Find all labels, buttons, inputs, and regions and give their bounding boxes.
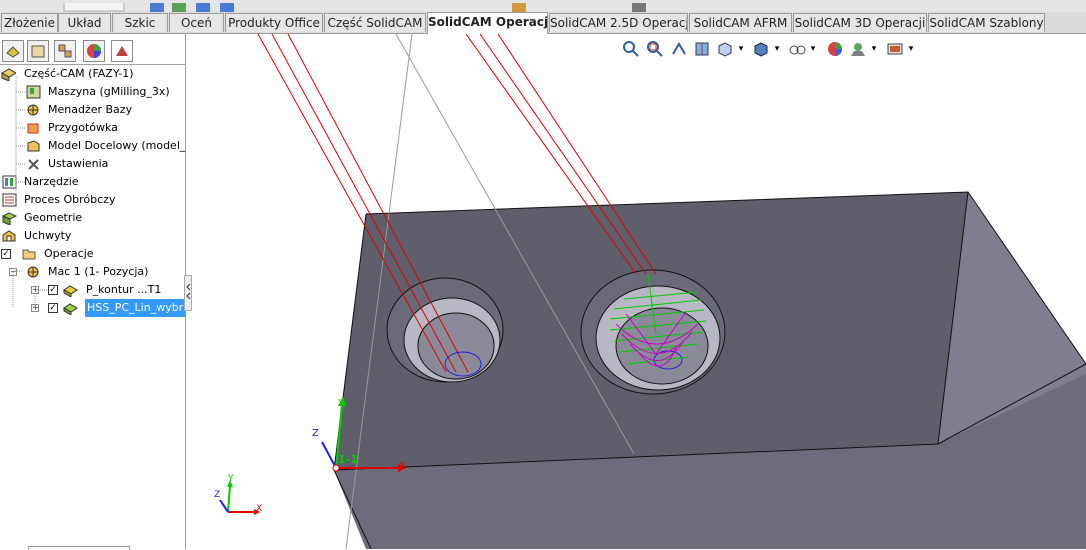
edit-appearance-icon[interactable] [826,40,844,58]
view-triad-y-label: Y [228,474,234,484]
tree-label-selected: HSS_PC_Lin_wybrar [85,299,185,317]
chevron-down-icon[interactable]: ▾ [736,40,746,58]
zoom-to-fit-icon[interactable] [622,40,640,58]
display-style-icon[interactable] [752,40,770,58]
hide-show-icon[interactable] [788,40,806,58]
tab-solidcam-3d-operacji[interactable]: SolidCAM 3D Operacji [793,13,927,32]
configuration-icon [58,44,72,58]
origin-y-label: Y [338,398,345,409]
graphics-viewport[interactable]: 1-1 Z Y X Y Z X ▾ ▾ ▾ ▾ ▾ [186,34,1086,549]
tab-solidcam-szablony[interactable]: SolidCAM Szablony [928,13,1045,32]
tab-solidcam-2-5d-operacji[interactable]: SolidCAM 2.5D Operacji [549,13,688,32]
appearance-tab[interactable] [83,40,105,62]
solidcam-manager-tab[interactable] [111,40,133,62]
tab-solidcam-operacje[interactable]: SolidCAM Operacje [427,12,548,34]
tree-label: Menadżer Bazy [48,103,133,116]
zoom-area-icon[interactable] [646,40,664,58]
feature-manager-tab[interactable] [2,40,24,62]
manager-tabs [0,34,185,65]
origin-z-label: Z [312,428,319,439]
tree-label: Model Docelowy (model_doc [48,139,185,152]
tab-solidcam-afrm[interactable]: SolidCAM AFRM [689,13,792,32]
chevron-down-icon[interactable]: ▾ [906,40,916,58]
origin-x-label: X [399,461,406,472]
tree-label: P_kontur ...T1 [86,283,162,296]
view-settings-icon[interactable] [886,40,904,58]
tab-część-solidcam[interactable]: Część SolidCAM [324,13,426,32]
tab-produkty-office[interactable]: Produkty Office [225,13,323,32]
tab-układ[interactable]: Układ [58,13,111,32]
apply-scene-icon[interactable] [849,40,867,58]
origin-label: 1-1 [338,453,358,466]
tab-szkic[interactable]: Szkic [112,13,168,32]
view-triad-x-label: X [256,504,263,514]
feature-manager-panel: Część-CAM (FAZY-1) Maszyna (gMilling_3x)… [0,34,186,550]
hss-operation-icon [63,303,78,315]
configuration-manager-tab[interactable] [54,40,76,62]
chevron-down-icon[interactable]: ▾ [869,40,879,58]
feature-tree-icon [6,46,20,58]
chevron-down-icon[interactable]: ▾ [772,40,782,58]
section-view-icon[interactable] [693,40,711,58]
previous-view-icon[interactable] [670,40,688,58]
tree-connector-lines [12,76,48,307]
appearance-icon [87,44,101,58]
panel-bottom-scrollbar[interactable] [28,546,130,550]
solidcam-icon [116,46,128,56]
profile-operation-icon [63,285,78,297]
property-icon [31,45,45,58]
view-triad-z-label: Z [214,490,221,500]
tree-label: Mac 1 (1- Pozycja) [48,265,149,278]
view-orientation-icon[interactable] [716,40,734,58]
property-manager-tab[interactable] [27,40,49,62]
command-manager-tabs: Złożenie Układ Szkic Oceń Produkty Office Czę… [0,12,1086,34]
tree-label: Maszyna (gMilling_3x) [48,85,170,98]
chevron-down-icon[interactable]: ▾ [808,40,818,58]
tab-złożenie[interactable]: Złożenie [1,13,58,32]
model-view [257,34,1086,549]
tab-oceń[interactable]: Oceń [169,13,224,32]
